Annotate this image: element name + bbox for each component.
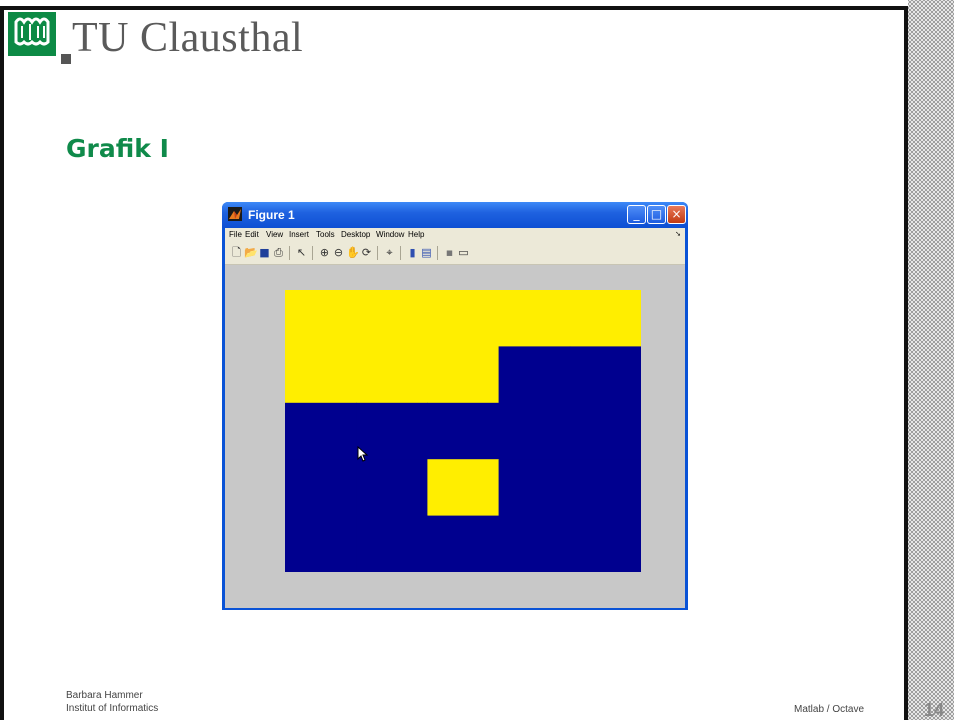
- legend-icon[interactable]: ▤: [420, 246, 433, 259]
- page-number: 14: [924, 700, 945, 720]
- menu-window[interactable]: Window: [376, 230, 404, 239]
- slide-title: Grafik I: [66, 134, 169, 163]
- toolbar-separator: [289, 246, 290, 260]
- heatmap-cell: [427, 346, 500, 404]
- data-cursor-icon[interactable]: ⌖: [383, 246, 396, 259]
- heatmap-cell: [569, 290, 641, 347]
- image-plot[interactable]: [285, 290, 641, 572]
- heatmap-cell: [498, 346, 571, 404]
- close-button[interactable]: ×: [667, 205, 686, 224]
- footer-institute: Institut of Informatics: [66, 703, 159, 714]
- heatmap-cell: [569, 402, 641, 460]
- minimize-button[interactable]: _: [627, 205, 646, 224]
- side-pattern: [908, 0, 954, 720]
- zoom-in-icon[interactable]: ⊕: [318, 246, 331, 259]
- footer-course: Matlab / Octave: [794, 704, 865, 715]
- heatmap-cell: [427, 515, 500, 572]
- pan-hand-icon[interactable]: ✋: [346, 246, 360, 259]
- matlab-icon: [228, 207, 242, 221]
- select-arrow-icon[interactable]: ↖: [295, 246, 308, 259]
- frame-top-border: [0, 6, 904, 10]
- heatmap-cell: [569, 459, 641, 517]
- mouse-pointer-icon: [357, 446, 369, 462]
- brand-square-icon: [61, 54, 71, 64]
- heatmap-cell: [427, 459, 500, 517]
- heatmap-cell: [427, 290, 500, 347]
- menubar: File Edit View Insert Tools Desktop Wind…: [225, 228, 685, 242]
- tu-clausthal-logo: [8, 12, 56, 56]
- toolbar-separator: [377, 246, 378, 260]
- heatmap-cell: [498, 290, 571, 347]
- menu-view[interactable]: View: [266, 230, 283, 239]
- figure-canvas[interactable]: [225, 265, 685, 608]
- menu-insert[interactable]: Insert: [289, 230, 309, 239]
- window-title: Figure 1: [248, 208, 295, 222]
- heatmap-cell: [427, 402, 500, 460]
- menubar-arrow-icon[interactable]: ➘: [675, 230, 681, 238]
- brand-name: TU Clausthal: [72, 15, 304, 61]
- slide: TU Clausthal Grafik I Figure 1 _ □ × Fil…: [0, 0, 908, 720]
- heatmap-cell: [356, 346, 428, 404]
- heatmap-cell: [498, 402, 571, 460]
- frame-left-border: [0, 6, 4, 720]
- menu-edit[interactable]: Edit: [245, 230, 259, 239]
- print-icon[interactable]: ⎙: [272, 246, 285, 259]
- new-file-icon[interactable]: 🗋: [230, 246, 243, 259]
- colorbar-icon[interactable]: ▮: [406, 246, 419, 259]
- heatmap-cell: [498, 515, 571, 572]
- heatmap-cell: [285, 290, 357, 347]
- toolbar-separator: [437, 246, 438, 260]
- rotate-3d-icon[interactable]: ⟳: [360, 246, 373, 259]
- zoom-out-icon[interactable]: ⊖: [332, 246, 345, 259]
- menu-desktop[interactable]: Desktop: [341, 230, 370, 239]
- figure-window[interactable]: Figure 1 _ □ × File Edit View Insert Too…: [222, 202, 688, 610]
- heatmap-cell: [356, 459, 428, 517]
- heatmap-cell: [498, 459, 571, 517]
- footer-author: Barbara Hammer: [66, 690, 143, 701]
- menu-help[interactable]: Help: [408, 230, 424, 239]
- save-icon[interactable]: ■: [258, 246, 271, 259]
- menu-tools[interactable]: Tools: [316, 230, 335, 239]
- heatmap-cell: [285, 515, 357, 572]
- heatmap-cell: [356, 515, 428, 572]
- menu-file[interactable]: File: [229, 230, 242, 239]
- heatmap-cell: [569, 515, 641, 572]
- show-plot-tools-icon[interactable]: ▭: [457, 246, 470, 259]
- open-folder-icon[interactable]: 📂: [244, 246, 258, 259]
- heatmap-cell: [285, 346, 357, 404]
- heatmap-cell: [285, 402, 357, 460]
- heatmap-cell: [356, 290, 428, 347]
- maximize-button[interactable]: □: [647, 205, 666, 224]
- window-titlebar[interactable]: Figure 1 _ □ ×: [222, 202, 688, 228]
- toolbar-separator: [312, 246, 313, 260]
- hide-plot-tools-icon[interactable]: ▪: [443, 246, 456, 259]
- toolbar-separator: [400, 246, 401, 260]
- heatmap-cell: [569, 346, 641, 404]
- figure-toolbar: 🗋 📂 ■ ⎙ ↖ ⊕ ⊖ ✋ ⟳ ⌖ ▮ ▤ ▪ ▭: [225, 242, 685, 265]
- heatmap-cell: [285, 459, 357, 517]
